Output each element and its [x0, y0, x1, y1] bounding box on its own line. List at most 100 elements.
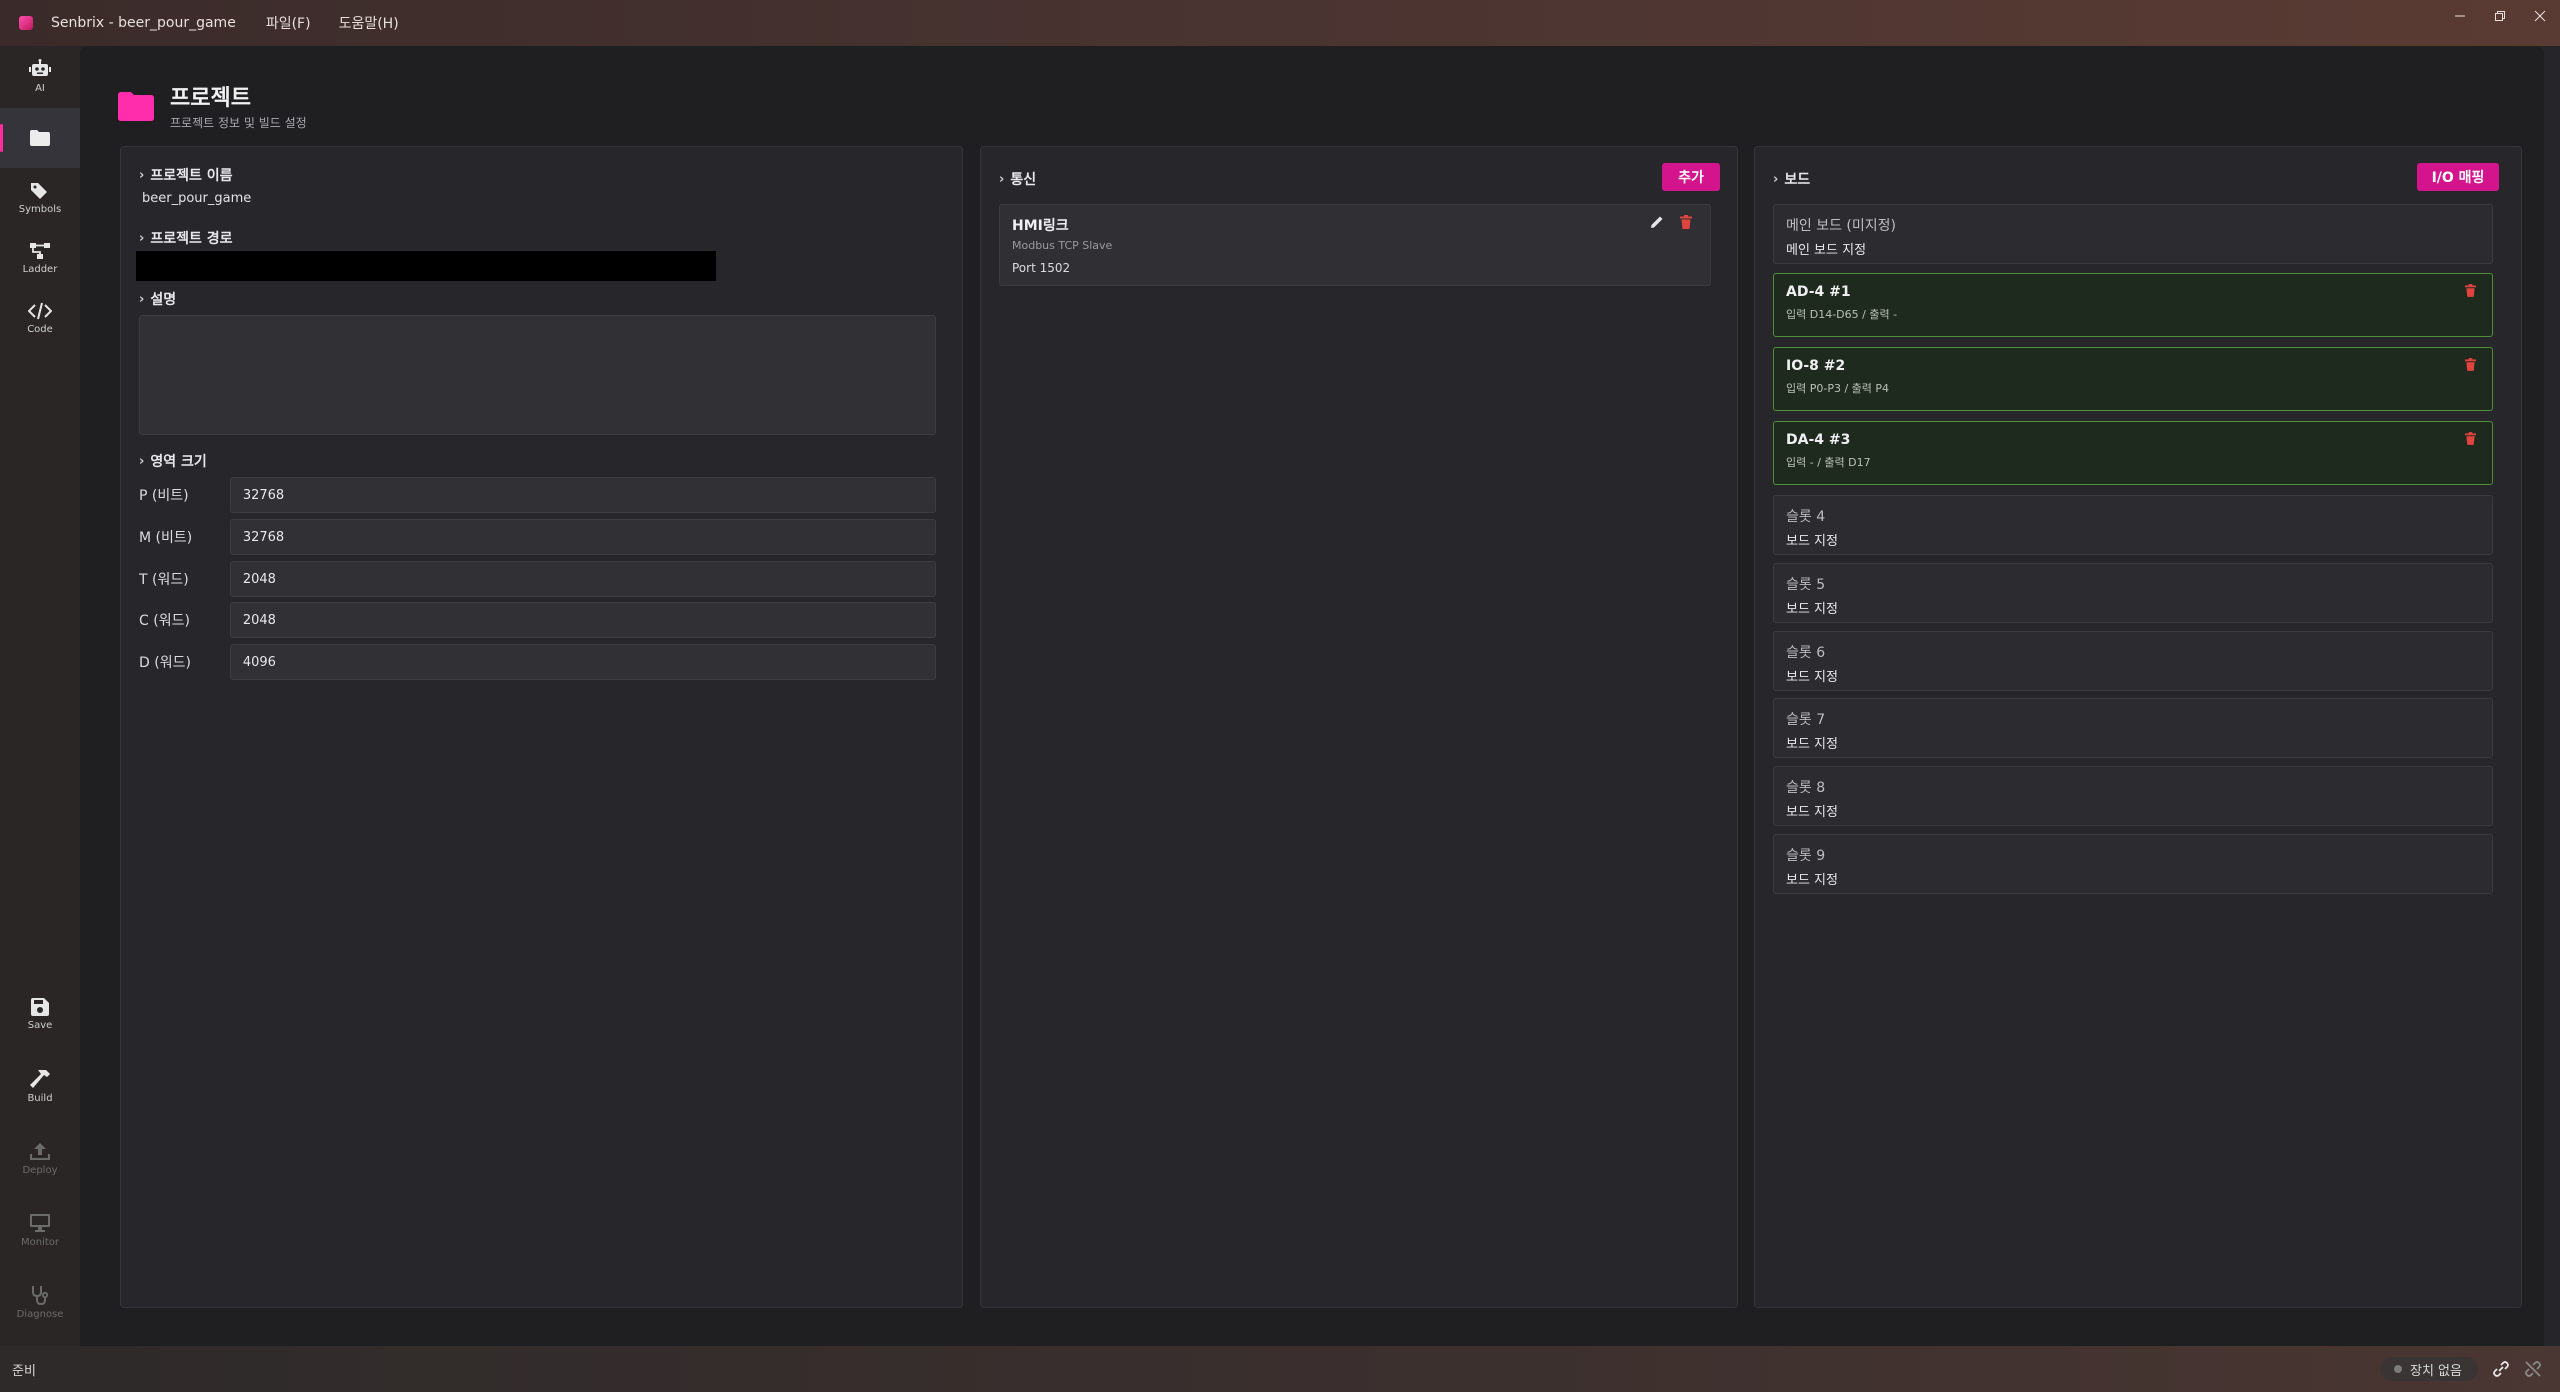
rail-item-diagnose[interactable]: Diagnose — [0, 1272, 80, 1332]
rail-item-project[interactable] — [0, 108, 80, 168]
rail-item-build[interactable]: Build — [0, 1056, 80, 1116]
rail-label-code: Code — [27, 323, 53, 335]
board-slot-4[interactable]: 슬롯 4 보드 지정 — [1773, 495, 2493, 555]
device-status-pill[interactable]: 장치 없음 — [2380, 1357, 2478, 1381]
slot-name: 메인 보드 (미지정) — [1786, 218, 1896, 234]
rail-label-deploy: Deploy — [22, 1164, 58, 1176]
ladder-icon — [30, 242, 50, 259]
rail-item-deploy[interactable]: Deploy — [0, 1128, 80, 1188]
rail-item-monitor[interactable]: Monitor — [0, 1200, 80, 1260]
chevron-right-icon: › — [1773, 171, 1779, 187]
slot-name: 슬롯 4 — [1786, 509, 1826, 525]
robot-icon — [29, 58, 51, 76]
rail-label-save: Save — [27, 1019, 53, 1031]
slot-name: IO-8 #2 — [1786, 358, 1846, 374]
add-comm-button[interactable]: 추가 — [1662, 163, 1720, 191]
slot-detail: 입력 D14-D65 / 출력 - — [1786, 308, 1898, 321]
delete-icon[interactable] — [2465, 284, 2476, 297]
menu-help[interactable]: 도움말(H) — [335, 9, 403, 37]
memory-input-c[interactable]: 2048 — [229, 602, 936, 638]
slot-detail: 보드 지정 — [1786, 670, 1838, 685]
rail-item-save[interactable]: Save — [0, 984, 80, 1044]
description-heading-label: 설명 — [150, 292, 177, 308]
board-slot-main[interactable]: 메인 보드 (미지정) 메인 보드 지정 — [1773, 204, 2493, 264]
restore-icon[interactable] — [2480, 0, 2520, 32]
rail-label-ai: AI — [35, 82, 45, 94]
rail-label-ladder: Ladder — [22, 263, 58, 275]
chevron-right-icon: › — [139, 453, 145, 469]
memory-label: T (워드) — [139, 572, 189, 588]
slot-detail: 보드 지정 — [1786, 873, 1838, 888]
comm-heading[interactable]: › 통신 — [999, 169, 1036, 189]
rail-label-symbols: Symbols — [18, 203, 62, 215]
memory-input-p[interactable]: 32768 — [229, 477, 936, 513]
edit-icon[interactable] — [1650, 215, 1664, 229]
delete-icon[interactable] — [2465, 358, 2476, 371]
board-slot-6[interactable]: 슬롯 6 보드 지정 — [1773, 631, 2493, 691]
link-icon[interactable] — [2492, 1360, 2510, 1378]
memory-row-c: C (워드) 2048 — [139, 602, 936, 638]
unlink-icon[interactable] — [2524, 1360, 2542, 1378]
comm-card[interactable]: HMI링크 Modbus TCP Slave Port 1502 — [999, 204, 1711, 286]
io-mapping-button[interactable]: I/O 매핑 — [2417, 163, 2499, 191]
description-heading[interactable]: › 설명 — [139, 289, 176, 309]
delete-icon[interactable] — [1680, 215, 1692, 229]
memory-heading[interactable]: › 영역 크기 — [139, 451, 207, 471]
rail-label-build: Build — [27, 1092, 53, 1104]
rail-item-ladder[interactable]: Ladder — [0, 228, 80, 288]
chevron-right-icon: › — [999, 171, 1005, 187]
close-icon[interactable] — [2520, 0, 2560, 32]
board-slot-5[interactable]: 슬롯 5 보드 지정 — [1773, 563, 2493, 623]
minimize-icon[interactable] — [2440, 0, 2480, 32]
project-panel: › 프로젝트 이름 beer_pour_game › 프로젝트 경로 › 설명 … — [120, 146, 963, 1308]
status-bar: 준비 장치 없음 — [0, 1346, 2560, 1392]
memory-input-t[interactable]: 2048 — [229, 561, 936, 597]
board-slot-2[interactable]: IO-8 #2 입력 P0-P3 / 출력 P4 — [1773, 347, 2493, 411]
save-icon — [31, 997, 49, 1016]
slot-detail: 입력 - / 출력 D17 — [1786, 456, 1871, 469]
board-slot-1[interactable]: AD-4 #1 입력 D14-D65 / 출력 - — [1773, 273, 2493, 337]
page-subtitle: 프로젝트 정보 및 빌드 설정 — [170, 116, 307, 130]
delete-icon[interactable] — [2465, 432, 2476, 445]
code-icon — [28, 302, 52, 319]
board-slot-7[interactable]: 슬롯 7 보드 지정 — [1773, 698, 2493, 758]
memory-label: C (워드) — [139, 613, 190, 629]
page-header: 프로젝트 프로젝트 정보 및 빌드 설정 — [118, 80, 307, 131]
menu-file[interactable]: 파일(F) — [262, 9, 315, 37]
board-slot-8[interactable]: 슬롯 8 보드 지정 — [1773, 766, 2493, 826]
board-heading-label: 보드 — [1784, 172, 1811, 188]
project-path-redacted — [136, 251, 716, 281]
status-text: 준비 — [12, 1363, 36, 1379]
project-name-heading[interactable]: › 프로젝트 이름 — [139, 165, 233, 185]
memory-input-d[interactable]: 4096 — [229, 644, 936, 680]
project-path-heading[interactable]: › 프로젝트 경로 — [139, 228, 233, 248]
device-status-label: 장치 없음 — [2410, 1363, 2462, 1379]
sidebar-rail: AI Symbols Ladder Code Save Build Deploy… — [0, 46, 80, 1346]
stethoscope-icon — [32, 1285, 49, 1305]
rail-item-ai[interactable]: AI — [0, 46, 80, 106]
page-title: 프로젝트 — [170, 86, 251, 111]
description-textarea[interactable] — [139, 315, 936, 435]
board-slot-3[interactable]: DA-4 #3 입력 - / 출력 D17 — [1773, 421, 2493, 485]
chevron-right-icon: › — [139, 167, 145, 183]
slot-name: 슬롯 8 — [1786, 780, 1826, 796]
comm-card-protocol: Modbus TCP Slave — [1012, 239, 1113, 252]
rail-label-diagnose: Diagnose — [16, 1308, 64, 1320]
folder-icon — [118, 91, 154, 121]
slot-detail: 보드 지정 — [1786, 602, 1838, 617]
memory-row-t: T (워드) 2048 — [139, 561, 936, 597]
rail-item-code[interactable]: Code — [0, 288, 80, 348]
slot-detail: 보드 지정 — [1786, 805, 1838, 820]
slot-name: DA-4 #3 — [1786, 432, 1851, 448]
chevron-right-icon: › — [139, 230, 145, 246]
hammer-icon — [30, 1069, 50, 1088]
slot-name: AD-4 #1 — [1786, 284, 1851, 300]
memory-input-m[interactable]: 32768 — [229, 519, 936, 555]
window-title: Senbrix - beer_pour_game — [51, 15, 236, 31]
rail-item-symbols[interactable]: Symbols — [0, 168, 80, 228]
board-heading[interactable]: › 보드 — [1773, 169, 1810, 189]
board-slot-9[interactable]: 슬롯 9 보드 지정 — [1773, 834, 2493, 894]
slot-detail: 입력 P0-P3 / 출력 P4 — [1786, 382, 1890, 395]
main-content: 프로젝트 프로젝트 정보 및 빌드 설정 › 프로젝트 이름 beer_pour… — [80, 46, 2544, 1346]
memory-heading-label: 영역 크기 — [150, 454, 207, 470]
